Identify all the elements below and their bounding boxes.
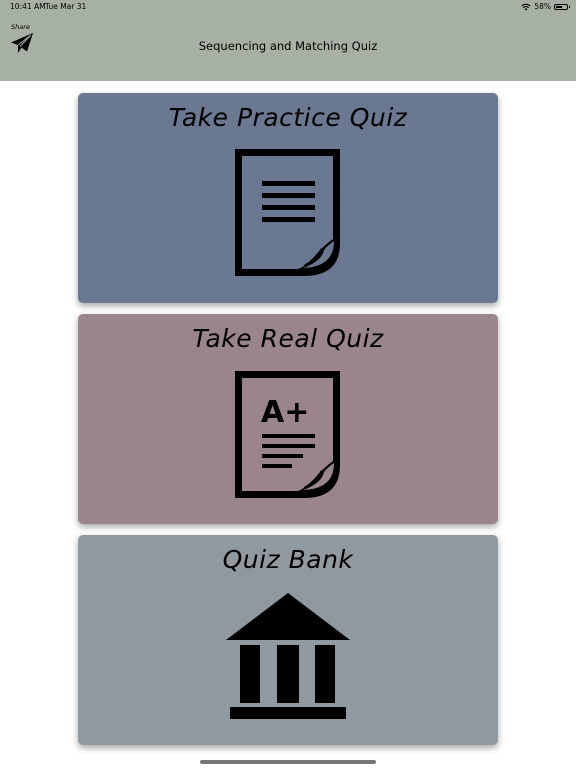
quiz-bank-button[interactable]: Quiz Bank xyxy=(78,535,498,745)
page-title: Sequencing and Matching Quiz xyxy=(198,39,378,53)
graded-document-icon: A+ xyxy=(235,371,340,498)
status-bar: 10:41 AM Tue Mar 31 58% xyxy=(0,0,576,14)
document-lines-icon xyxy=(235,149,340,276)
card-title: Take Real Quiz xyxy=(192,324,384,353)
take-practice-quiz-button[interactable]: Take Practice Quiz xyxy=(78,93,498,303)
home-indicator xyxy=(200,760,376,764)
card-title: Take Practice Quiz xyxy=(168,103,408,132)
bank-building-icon xyxy=(226,593,350,719)
share-label: Share xyxy=(11,23,30,31)
grade-text: A+ xyxy=(261,395,309,430)
status-time: 10:41 AM xyxy=(10,2,46,11)
take-real-quiz-button[interactable]: Take Real Quiz A+ xyxy=(78,314,498,524)
battery-level xyxy=(556,6,562,8)
wifi-icon xyxy=(521,3,531,11)
battery-icon xyxy=(554,4,570,10)
status-indicators: 58% xyxy=(521,0,570,14)
app-header: Share Sequencing and Matching Quiz xyxy=(0,14,576,81)
status-date: Tue Mar 31 xyxy=(45,2,87,11)
card-title: Quiz Bank xyxy=(222,545,354,574)
battery-percent: 58% xyxy=(534,2,551,11)
